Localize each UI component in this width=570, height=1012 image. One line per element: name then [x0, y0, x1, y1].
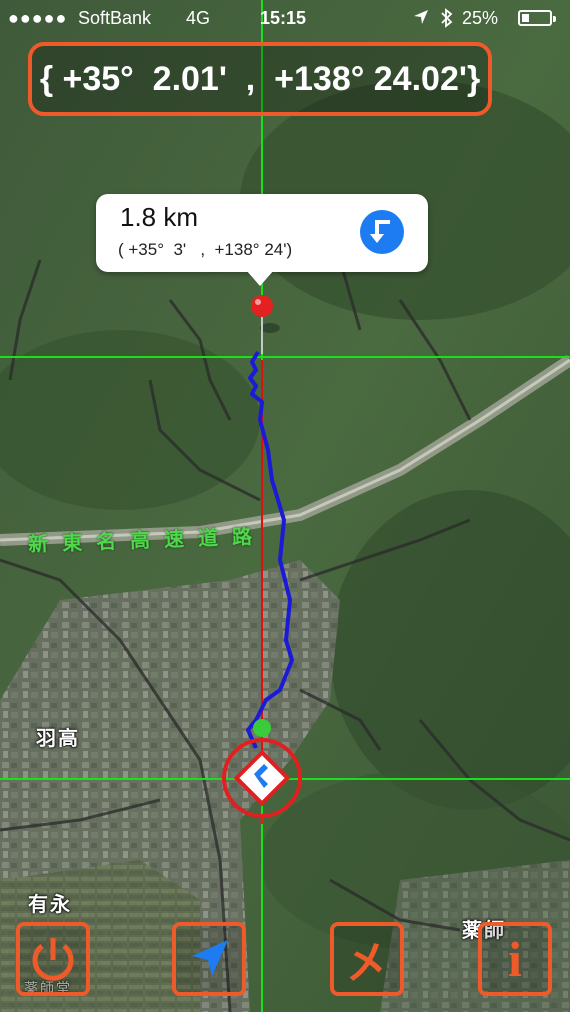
power-button[interactable]: [16, 922, 90, 996]
signal-strength: ●●●●●: [8, 8, 68, 28]
info-button[interactable]: i: [478, 922, 552, 996]
crossed-tools-icon: 㐅: [345, 939, 389, 988]
navigation-arrow-icon: [192, 940, 228, 976]
place-label-hataka: 羽高: [36, 728, 80, 750]
battery-percent: 25%: [462, 8, 499, 28]
bluetooth-icon: [440, 8, 454, 33]
battery-icon: [518, 10, 556, 26]
satellite-map[interactable]: [0, 0, 570, 1012]
turn-left-arrow-icon: [370, 220, 390, 243]
route-button[interactable]: [360, 210, 404, 254]
power-icon: [32, 938, 74, 981]
pin-callout[interactable]: 1.8 km ( +35° 3' , +138° 24'): [96, 194, 428, 286]
navigation-button[interactable]: [172, 922, 246, 996]
status-time: 15:15: [260, 8, 307, 28]
destination-pin[interactable]: [246, 292, 286, 362]
place-label-ariyoshi: 有永: [28, 894, 72, 916]
status-bar: ●●●●● SoftBank 4G 15:15 25%: [0, 0, 570, 38]
coordinates-display[interactable]: { +35° 2.01' , +138° 24.02'}: [28, 42, 492, 116]
callout-coordinates: ( +35° 3' , +138° 24'): [118, 240, 293, 259]
current-position-marker[interactable]: [220, 712, 304, 824]
info-icon: i: [508, 931, 522, 987]
carrier-name: SoftBank: [78, 8, 152, 28]
callout-pointer: [246, 270, 274, 286]
location-arrow-icon: [412, 8, 430, 31]
network-type: 4G: [186, 8, 211, 28]
callout-distance: 1.8 km: [120, 202, 199, 232]
tools-button[interactable]: 㐅: [330, 922, 404, 996]
